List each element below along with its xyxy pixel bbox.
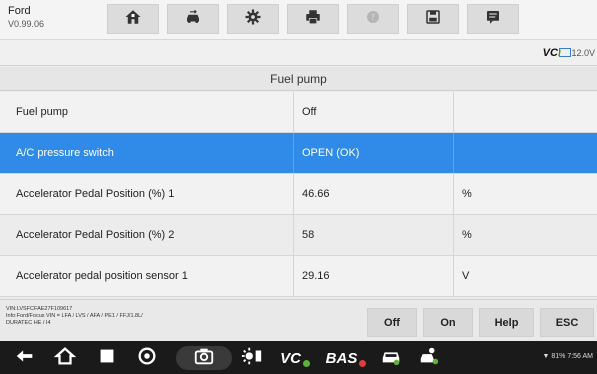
square-icon [96, 345, 118, 372]
save-icon [424, 8, 442, 31]
table-row[interactable]: A/C pressure switch OPEN (OK) [0, 133, 597, 174]
vehicle-swap-button[interactable] [167, 4, 219, 34]
gear-icon [244, 8, 262, 31]
section-title: Fuel pump [0, 67, 597, 91]
message-button[interactable] [467, 4, 519, 34]
camera-icon [193, 345, 215, 372]
settings-button[interactable] [227, 4, 279, 34]
parameter-name: Accelerator Pedal Position (%) 1 [0, 174, 294, 214]
system-status: ▼ 81% 7:56 AM [542, 353, 593, 360]
table-row[interactable]: Fuel pump Off [0, 92, 597, 133]
battery-icon [559, 48, 571, 57]
vin-line: VIN:LVSFCFAE27F109617 [6, 306, 73, 312]
vehicle-info: VIN:LVSFCFAE27F109617 Info:Ford/Focus VI… [6, 306, 226, 327]
app-version: V0.99.06 [8, 19, 45, 29]
screenshot-button[interactable] [176, 346, 232, 370]
parameter-value: Off [294, 92, 454, 132]
parameter-value: 46.66 [294, 174, 454, 214]
printer-icon [304, 8, 322, 31]
display-settings-button[interactable] [238, 346, 266, 370]
message-icon [484, 8, 502, 31]
table-row[interactable]: Accelerator pedal position sensor 1 29.1… [0, 256, 597, 297]
vci-connected-icon [302, 359, 310, 367]
parameter-name: Accelerator Pedal Position (%) 2 [0, 215, 294, 255]
parameter-unit [454, 92, 597, 132]
parameter-unit [454, 133, 597, 173]
help-button[interactable]: ? [347, 4, 399, 34]
vci-shortcut-button[interactable]: VC [274, 346, 316, 370]
table-row[interactable]: Accelerator Pedal Position (%) 2 58 % [0, 215, 597, 256]
browser-button[interactable] [134, 346, 160, 370]
system-nav-bar: VC BAS ▼ 81% 7:56 AM [0, 341, 597, 374]
car-icon [380, 345, 402, 372]
back-button[interactable] [12, 346, 38, 370]
parameter-name: Accelerator pedal position sensor 1 [0, 256, 294, 296]
vehicle-shortcut-button[interactable] [376, 346, 406, 370]
table-row[interactable]: Accelerator Pedal Position (%) 1 46.66 % [0, 174, 597, 215]
battery-voltage: 12.0V [571, 48, 595, 58]
parameter-unit: V [462, 270, 470, 282]
back-arrow-icon [14, 345, 36, 372]
on-button[interactable]: On [423, 308, 473, 337]
recent-apps-button[interactable] [94, 346, 120, 370]
data-stream-list: Fuel pump Off A/C pressure switch OPEN (… [0, 92, 597, 297]
home-button[interactable] [107, 4, 159, 34]
info-line: Info:Ford/Focus VIN = LFA / LVS / AFA / … [6, 313, 143, 319]
parameter-unit: % [462, 229, 472, 241]
off-button[interactable]: Off [367, 308, 417, 337]
home-icon [124, 8, 142, 31]
parameter-name: A/C pressure switch [0, 133, 294, 173]
parameter-value: 29.16 [294, 256, 454, 296]
brightness-icon [241, 345, 263, 372]
svg-text:?: ? [371, 12, 375, 22]
help-icon: ? [364, 8, 382, 31]
print-button[interactable] [287, 4, 339, 34]
save-button[interactable] [407, 4, 459, 34]
home-outline-icon [53, 345, 77, 372]
parameter-value: 58 [294, 215, 454, 255]
esc-button[interactable]: ESC [540, 308, 594, 337]
help-text-button[interactable]: Help [479, 308, 534, 337]
chrome-icon [136, 345, 158, 372]
car-swap-icon [184, 8, 202, 31]
app-title: Ford [8, 5, 31, 17]
bas-error-icon [359, 359, 367, 367]
top-toolbar: Ford V0.99.06 ? [0, 0, 597, 40]
car-person-icon [418, 345, 440, 372]
bottom-action-bar: VIN:LVSFCFAE27F109617 Info:Ford/Focus VI… [0, 299, 597, 341]
parameter-unit: % [462, 188, 472, 200]
bas-shortcut-button[interactable]: BAS [322, 346, 370, 370]
parameter-value: OPEN (OK) [294, 133, 454, 173]
parameter-name: Fuel pump [0, 92, 294, 132]
engine-line: DURATEC HE / I4 [6, 320, 51, 326]
status-line: VCi 12.0V [0, 40, 597, 66]
home-nav-button[interactable] [52, 346, 78, 370]
remote-shortcut-button[interactable] [414, 346, 444, 370]
